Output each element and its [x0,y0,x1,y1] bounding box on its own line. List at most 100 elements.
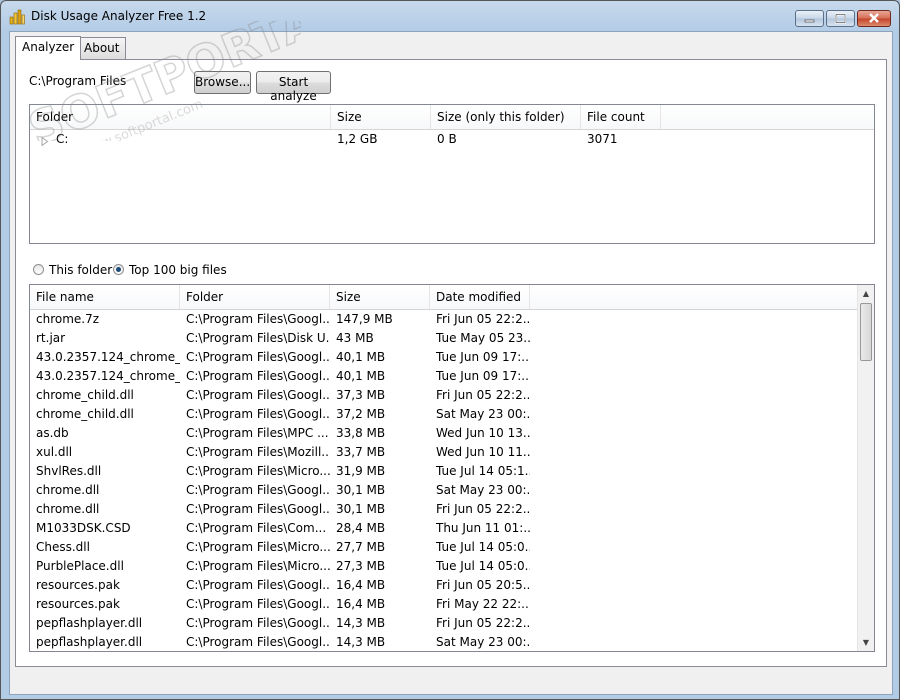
close-button[interactable] [857,10,891,27]
file-date-cell: Tue May 05 23... [436,331,530,345]
file-name-cell: ShvlRes.dll [36,464,102,478]
browse-button[interactable]: Browse... [194,71,251,94]
file-folder-cell: C:\Program Files\Googl... [186,388,330,402]
column-header-folder[interactable]: Folder [30,105,331,129]
file-date-cell: Tue Jun 09 17:... [436,369,530,383]
tab-about[interactable]: About [77,37,127,60]
table-row[interactable]: chrome_child.dll C:\Program Files\Googl..… [30,386,874,405]
table-row[interactable]: pepflashplayer.dll C:\Program Files\Googl… [30,633,874,651]
file-name-cell: resources.pak [36,597,120,611]
tree-row-size-only: 0 B [437,132,457,146]
file-folder-cell: C:\Program Files\Googl... [186,350,330,364]
table-row[interactable]: M1033DSK.CSD C:\Program Files\Com... 28,4 … [30,519,874,538]
title-bar[interactable]: Disk Usage Analyzer Free 1.2 [1,1,899,31]
column-header-size[interactable]: Size [330,285,430,309]
tree-row-file-count: 3071 [587,132,618,146]
column-header-size-only[interactable]: Size (only this folder) [431,105,581,129]
table-row[interactable]: resources.pak C:\Program Files\Googl... 16… [30,595,874,614]
column-header-folder[interactable]: Folder [180,285,330,309]
table-row[interactable]: rt.jar C:\Program Files\Disk U... 43 MB Tue… [30,329,874,348]
scroll-thumb[interactable] [860,303,872,361]
tree-row[interactable]: C: 1,2 GB 0 B 3071 [30,130,874,149]
file-size-cell: 16,4 MB [336,578,386,592]
column-header-file-count[interactable]: File count [581,105,661,129]
expand-arrow-icon[interactable] [41,135,49,149]
path-field[interactable]: C:\Program Files [29,72,179,92]
table-row[interactable]: 43.0.2357.124_chrome_in... C:\Program Fil… [30,348,874,367]
file-date-cell: Fri Jun 05 22:2... [436,502,530,516]
file-size-cell: 14,3 MB [336,616,386,630]
file-folder-cell: C:\Program Files\Disk U... [186,331,330,345]
file-size-cell: 27,3 MB [336,559,386,573]
file-folder-cell: C:\Program Files\Micro... [186,464,330,478]
files-table-header: File name Folder Size Date modified [30,285,874,310]
radio-this-folder-label[interactable]: This folder [49,263,112,277]
table-row[interactable]: as.db C:\Program Files\MPC ... 33,8 MB Wed … [30,424,874,443]
folder-tree-table[interactable]: Folder Size Size (only this folder) File… [29,104,875,244]
file-folder-cell: C:\Program Files\Googl... [186,407,330,421]
tab-analyzer[interactable]: Analyzer [15,36,82,60]
file-folder-cell: C:\Program Files\Googl... [186,369,330,383]
column-header-size[interactable]: Size [331,105,431,129]
table-row[interactable]: xul.dll C:\Program Files\Mozill... 33,7 MB… [30,443,874,462]
file-name-cell: 43.0.2357.124_chrome_in... [36,369,180,383]
app-icon [9,9,25,25]
column-header-file-name[interactable]: File name [30,285,180,309]
table-row[interactable]: 43.0.2357.124_chrome_in... C:\Program Fil… [30,367,874,386]
file-name-cell: 43.0.2357.124_chrome_in... [36,350,180,364]
file-date-cell: Fri Jun 05 22:2... [436,312,530,326]
file-name-cell: resources.pak [36,578,120,592]
file-folder-cell: C:\Program Files\Micro... [186,559,330,573]
file-date-cell: Fri Jun 05 22:2... [436,388,530,402]
file-name-cell: pepflashplayer.dll [36,616,143,630]
table-row[interactable]: pepflashplayer.dll C:\Program Files\Googl… [30,614,874,633]
file-date-cell: Tue Jul 14 05:0... [436,540,530,554]
file-folder-cell: C:\Program Files\Googl... [186,483,330,497]
radio-selected-dot [116,267,121,272]
file-folder-cell: C:\Program Files\Mozill... [186,445,330,459]
scroll-down-arrow-icon[interactable]: ▼ [858,634,874,651]
file-name-cell: xul.dll [36,445,73,459]
file-date-cell: Wed Jun 10 13... [436,426,530,440]
file-date-cell: Tue Jun 09 17:... [436,350,530,364]
table-row[interactable]: Chess.dll C:\Program Files\Micro... 27,7 M… [30,538,874,557]
table-row[interactable]: chrome_child.dll C:\Program Files\Googl..… [30,405,874,424]
table-row[interactable]: chrome.dll C:\Program Files\Googl... 30,1 … [30,500,874,519]
radio-this-folder[interactable] [33,264,44,275]
radio-top100[interactable] [113,264,124,275]
file-size-cell: 30,1 MB [336,483,386,497]
column-header-date-modified[interactable]: Date modified [430,285,530,309]
big-files-table[interactable]: File name Folder Size Date modified chro… [29,284,875,652]
app-window: Disk Usage Analyzer Free 1.2 Analyzer Ab… [0,0,900,700]
file-folder-cell: C:\Program Files\Googl... [186,578,330,592]
table-row[interactable]: ShvlRes.dll C:\Program Files\Micro... 31,9… [30,462,874,481]
file-name-cell: Chess.dll [36,540,90,554]
vertical-scrollbar[interactable]: ▲ ▼ [857,285,874,651]
file-date-cell: Tue Jul 14 05:1... [436,464,530,478]
file-name-cell: chrome_child.dll [36,388,134,402]
table-row[interactable]: chrome.7z C:\Program Files\Googl... 147,9 … [30,310,874,329]
start-analyze-button[interactable]: Start analyze [256,71,331,103]
file-name-cell: M1033DSK.CSD [36,521,131,535]
file-name-cell: chrome.dll [36,483,100,497]
file-size-cell: 33,7 MB [336,445,386,459]
radio-top100-label[interactable]: Top 100 big files [129,263,227,277]
scroll-up-arrow-icon[interactable]: ▲ [858,285,874,302]
file-name-cell: chrome.7z [36,312,100,326]
maximize-button[interactable] [826,10,855,27]
file-size-cell: 40,1 MB [336,350,386,364]
table-row[interactable]: PurblePlace.dll C:\Program Files\Micro...… [30,557,874,576]
minimize-button[interactable] [795,10,824,27]
file-date-cell: Sat May 23 00:... [436,483,530,497]
file-date-cell: Sat May 23 00:... [436,407,530,421]
file-size-cell: 14,3 MB [336,635,386,649]
file-size-cell: 43 MB [336,331,374,345]
analyzer-panel: C:\Program Files Browse... Start analyze… [15,59,887,667]
file-folder-cell: C:\Program Files\Com... [186,521,327,535]
file-size-cell: 30,1 MB [336,502,386,516]
table-row[interactable]: chrome.dll C:\Program Files\Googl... 30,1 … [30,481,874,500]
folder-table-header: Folder Size Size (only this folder) File… [30,105,874,130]
table-row[interactable]: resources.pak C:\Program Files\Googl... 16… [30,576,874,595]
file-name-cell: chrome_child.dll [36,407,134,421]
tree-row-folder: C: [56,132,69,146]
